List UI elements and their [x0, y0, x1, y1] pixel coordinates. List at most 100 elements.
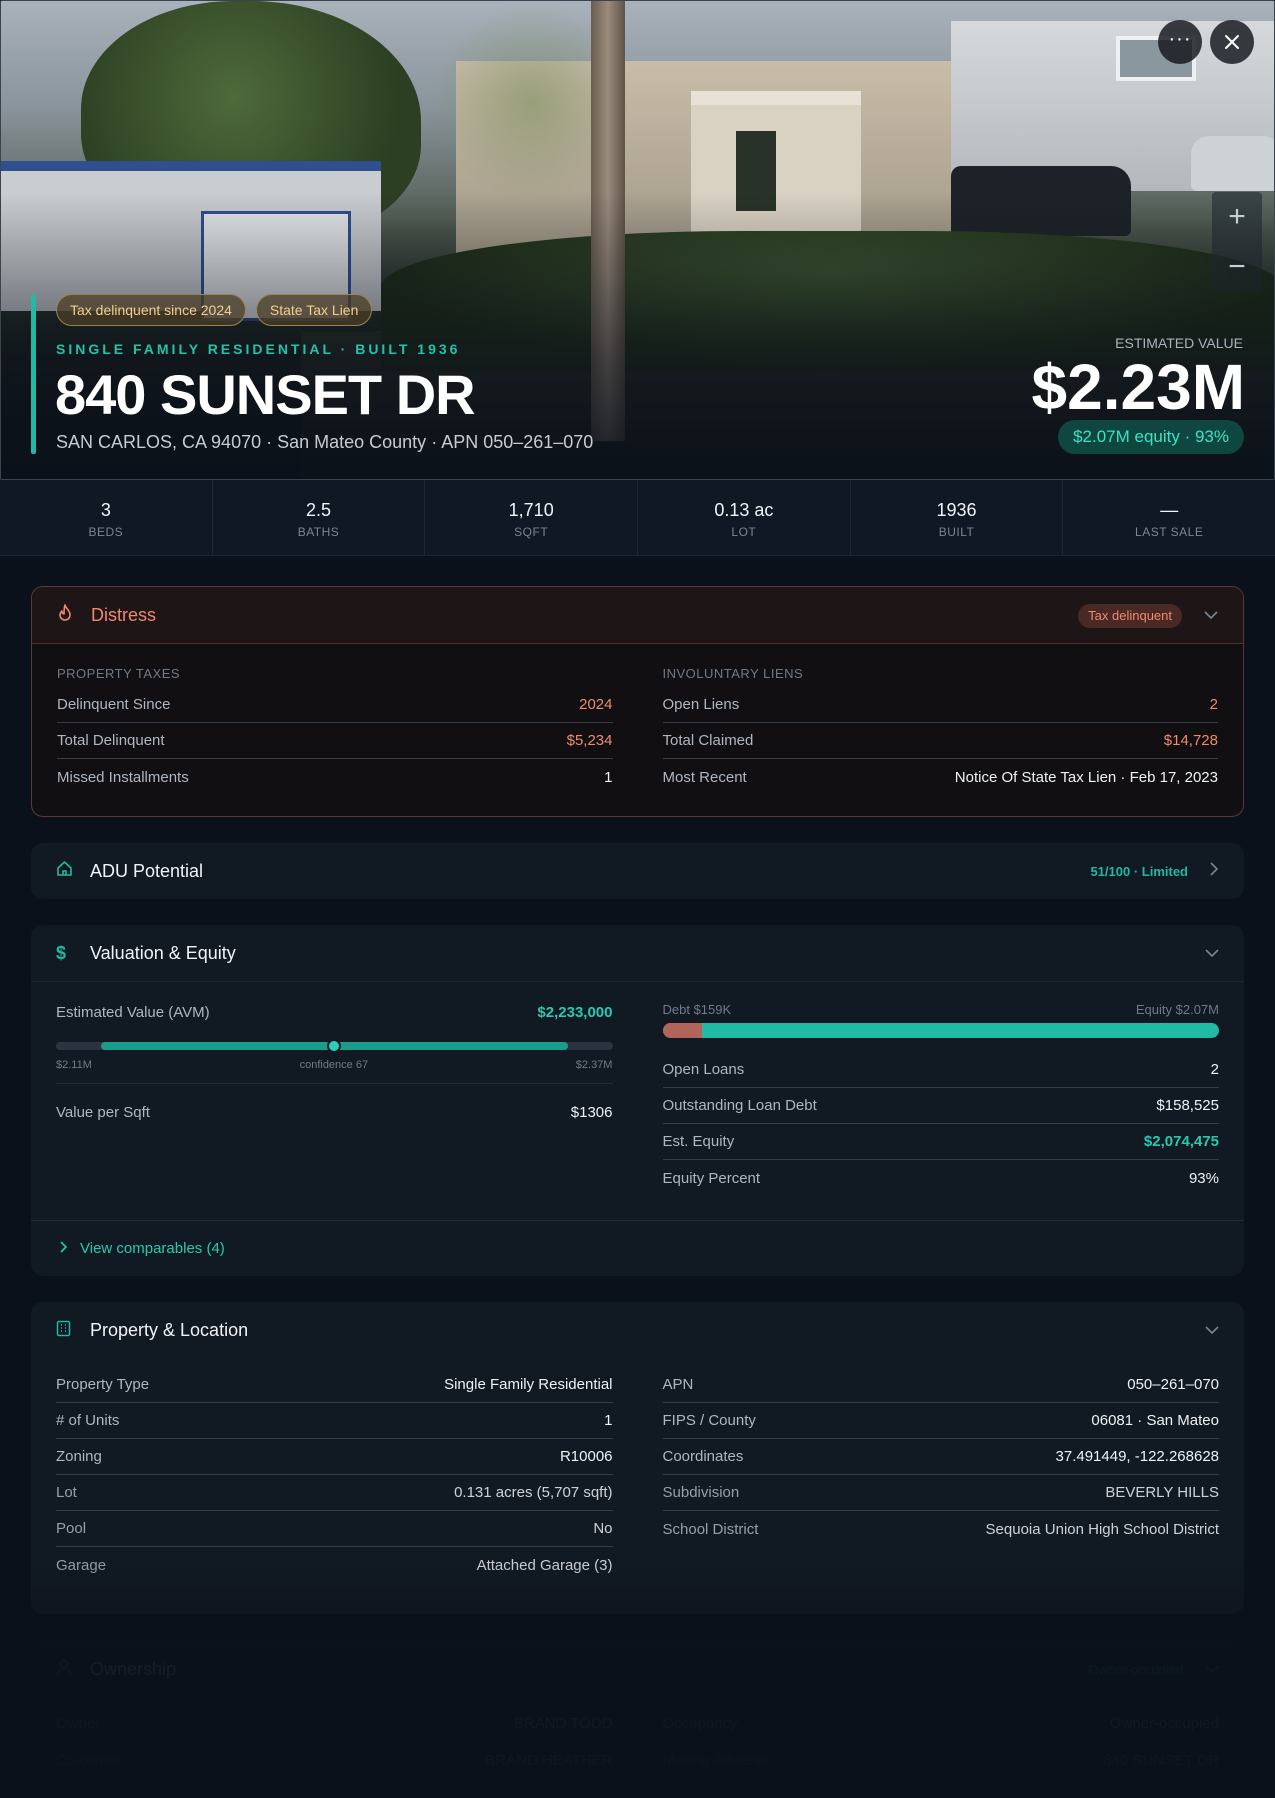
avm-range-slider: [56, 1039, 613, 1053]
equity-section: Debt $159K Equity $2.07M Open Loans 2 Out…: [662, 982, 1220, 1196]
table-row: Most Recent Notice Of State Tax Lien · Fe…: [662, 768, 1219, 786]
table-row: Co-owner BRAND HEATHER: [56, 1751, 613, 1769]
stat-sqft: 1,710 SQFT: [425, 480, 639, 555]
estimated-value-label: ESTIMATED VALUE: [1115, 335, 1243, 351]
chevron-down-icon[interactable]: [1204, 607, 1218, 625]
ownership-header[interactable]: Ownership Owner-occupied: [31, 1641, 1244, 1698]
table-row: Open Loans 2: [662, 1052, 1219, 1088]
table-row: Missed Installments 1: [57, 768, 613, 786]
table-row: Mailing Address 840 SUNSET DR: [662, 1751, 1220, 1769]
zoom-in-button[interactable]: +: [1212, 192, 1262, 242]
table-row: Total Claimed $14,728: [662, 723, 1218, 759]
table-row: Subdivision BEVERLY HILLS: [662, 1475, 1219, 1511]
ownership-title: Ownership: [90, 1659, 177, 1679]
chevron-right-icon: [60, 1240, 68, 1257]
table-row: # of Units 1: [56, 1403, 613, 1439]
chevron-down-icon[interactable]: [1205, 1322, 1219, 1340]
distress-badge: Tax delinquent: [1078, 603, 1182, 628]
address-subtitle: SAN CARLOS, CA 94070 · San Mateo County …: [56, 432, 594, 452]
equity-pill: $2.07M equity · 93%: [1058, 420, 1244, 454]
stats-bar: 3 BEDS 2.5 BATHS 1,710 SQFT 0.13 ac LOT 1936…: [0, 480, 1275, 556]
involuntary-liens-label: INVOLUNTARY LIENS: [662, 666, 804, 681]
table-row: Est. Equity $2,074,475: [662, 1124, 1219, 1160]
valuation-equity-card: $ Valuation & Equity Estimated Value (AV…: [31, 925, 1244, 1276]
table-row: Pool No: [56, 1511, 613, 1547]
confidence-label: confidence 67: [299, 1059, 369, 1071]
property-taxes-section: PROPERTY TAXES Delinquent Since 2024 Tota…: [57, 644, 613, 795]
property-type-eyebrow: SINGLE FAMILY RESIDENTIAL · BUILT 1936: [56, 341, 461, 357]
table-row: Property Type Single Family Residential: [56, 1367, 613, 1403]
adu-score: 51/100 · Limited: [1090, 863, 1188, 879]
close-button[interactable]: [1210, 20, 1254, 64]
property-details-left: Property Type Single Family Residential #…: [56, 1367, 613, 1583]
range-high: $2.37M: [575, 1059, 613, 1071]
stat-lot: 0.13 ac LOT: [638, 480, 851, 555]
avm-row: Estimated Value (AVM) $2,233,000: [56, 1003, 613, 1021]
ownership-right: Occupancy Owner-occupied Mailing Address 8…: [662, 1706, 1220, 1778]
equity-label: Equity $2.07M: [1135, 1002, 1219, 1017]
debt-segment: [662, 1023, 702, 1038]
ownership-left: Owner BRAND TODD Co-owner BRAND HEATHER: [56, 1706, 613, 1778]
hero-accent-bar: [31, 294, 36, 454]
table-row: Total Delinquent $5,234: [57, 723, 613, 759]
property-title: Property & Location: [90, 1320, 249, 1340]
property-location-card: Property & Location Property Type Single …: [31, 1302, 1244, 1614]
state-tax-lien-badge: State Tax Lien: [255, 294, 373, 326]
table-row: Value per Sqft $1306: [56, 1103, 613, 1121]
stat-baths: 2.5 BATHS: [213, 480, 426, 555]
chevron-right-icon[interactable]: [1210, 861, 1219, 881]
table-row: APN 050–261–070: [662, 1367, 1219, 1403]
debt-equity-bar: [662, 1023, 1219, 1038]
table-row: Garage Attached Garage (3): [56, 1556, 613, 1574]
map-zoom-controls: + −: [1212, 192, 1262, 292]
page-title: 840 SUNSET DR: [55, 363, 476, 426]
table-row: FIPS / County 06081 · San Mateo: [662, 1403, 1219, 1439]
valuation-title: Valuation & Equity: [90, 942, 236, 963]
zoom-out-button[interactable]: −: [1212, 242, 1262, 292]
flame-icon: [57, 603, 77, 627]
property-header[interactable]: Property & Location: [31, 1302, 1244, 1359]
stat-last-sale: — LAST SALE: [1135, 500, 1204, 539]
home-icon: [56, 860, 76, 882]
table-row: Zoning R10006: [56, 1439, 613, 1475]
ownership-card: Ownership Owner-occupied Owner BRAND TODD…: [31, 1641, 1244, 1798]
chevron-down-icon[interactable]: [1205, 945, 1219, 963]
table-row: Coordinates 37.491449, -122.268628: [662, 1439, 1219, 1475]
more-options-button[interactable]: ···: [1158, 20, 1202, 64]
table-row: Lot 0.131 acres (5,707 sqft): [56, 1475, 613, 1511]
avm-estimate-marker: [327, 1039, 342, 1053]
table-row: Open Liens 2: [662, 687, 1218, 723]
view-comparables-label: View comparables (4): [80, 1240, 225, 1257]
distress-title: Distress: [91, 604, 157, 625]
adu-potential-card[interactable]: ADU Potential 51/100 · Limited: [31, 843, 1244, 899]
adu-title: ADU Potential: [90, 860, 204, 881]
view-comparables-link[interactable]: View comparables (4): [31, 1220, 1244, 1276]
property-details-right: APN 050–261–070 FIPS / County 06081 · San …: [662, 1367, 1220, 1583]
user-icon: [56, 1659, 76, 1681]
debt-label: Debt $159K: [662, 1002, 732, 1017]
chevron-down-icon[interactable]: [1205, 1661, 1219, 1679]
property-taxes-label: PROPERTY TAXES: [57, 666, 181, 681]
table-row: Owner BRAND TODD: [56, 1706, 613, 1742]
table-row: Outstanding Loan Debt $158,525: [662, 1088, 1219, 1124]
equity-bar-labels: Debt $159K Equity $2.07M: [663, 1002, 1220, 1017]
tax-delinquent-badge: Tax delinquent since 2024: [56, 294, 246, 326]
valuation-header[interactable]: $ Valuation & Equity: [31, 925, 1244, 982]
hero-badges: Tax delinquent since 2024 State Tax Lien: [56, 294, 373, 326]
stat-built: 1936 BUILT: [851, 480, 1064, 555]
involuntary-liens-section: INVOLUNTARY LIENS Open Liens 2 Total Clai…: [662, 644, 1219, 795]
close-icon: [1225, 35, 1239, 49]
avm-section: Estimated Value (AVM) $2,233,000 $2.11M …: [56, 982, 613, 1196]
distress-card: Distress Tax delinquent PROPERTY TAXES D…: [31, 586, 1244, 817]
dollar-icon: $: [56, 942, 67, 963]
range-low: $2.11M: [56, 1059, 92, 1071]
table-row: School District Sequoia Union High School…: [662, 1520, 1220, 1538]
ownership-badge: Owner-occupied: [1088, 1662, 1183, 1677]
table-row: Delinquent Since 2024: [57, 687, 613, 723]
adu-header[interactable]: ADU Potential 51/100 · Limited: [31, 843, 1244, 899]
estimated-value: $2.23M: [1031, 351, 1245, 423]
avm-range-labels: $2.11M confidence 67 $2.37M: [56, 1059, 613, 1071]
distress-header[interactable]: Distress Tax delinquent: [32, 587, 1243, 644]
table-row: Equity Percent 93%: [662, 1169, 1220, 1187]
building-icon: [56, 1320, 76, 1342]
